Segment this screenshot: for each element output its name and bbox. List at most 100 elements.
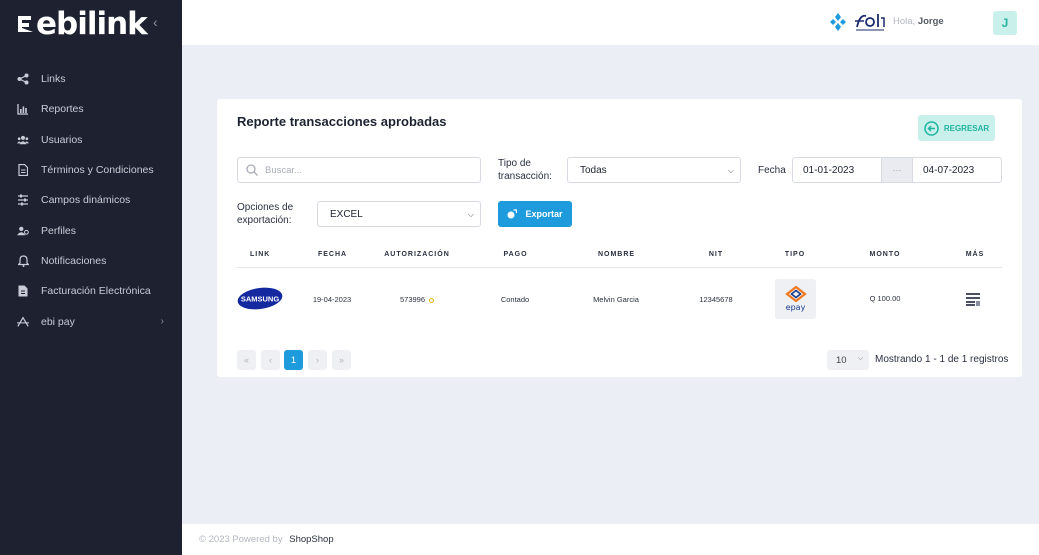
column-header-monto[interactable]: MONTO [865,251,905,258]
cell-pago: Contado [500,295,530,304]
fecha-label: Fecha [758,165,786,176]
greeting-text: Hola, [893,16,916,27]
cell-nombre: Melvin Garcia [593,295,639,304]
sidebar-item-terminos[interactable]: Términos y Condiciones [0,155,182,185]
samsung-logo-text: SAMSUNG [241,294,280,303]
ebilink-logo[interactable]: ebilink [17,5,148,42]
sidebar-item-notificaciones[interactable]: Notificaciones [0,246,182,276]
back-button[interactable]: REGRESAR [918,115,995,141]
tipo-transaccion-select[interactable]: Todas ⌵ [567,157,741,183]
footer: © 2023 Powered by ShopShop [182,524,1039,555]
greeting: Hola, Jorge [893,16,944,27]
collapse-sidebar-icon[interactable]: ‹ [153,14,158,30]
date-separator: ··· [882,157,912,183]
sidebar-item-ebipay[interactable]: ebi pay › [0,306,182,336]
column-header-fecha[interactable]: FECHA [315,251,350,258]
date-from-input[interactable]: 01-01-2023 [792,157,882,183]
share-icon [17,73,29,85]
export-format-value: EXCEL [330,208,363,220]
export-button[interactable]: Exportar [498,201,572,227]
sidebar-nav: Links Reportes Usuarios Términos y Condi… [0,64,182,337]
sidebar-item-label: Facturación Electrónica [41,285,151,298]
ebilink-logo-icon [18,16,33,32]
users-icon [17,134,29,146]
bell-icon [17,255,29,267]
dots-icon[interactable] [830,13,846,31]
sidebar-item-label: Términos y Condiciones [41,164,154,177]
avatar[interactable]: J [993,11,1017,35]
footer-credit: © 2023 Powered by ShopShop [199,534,334,545]
sidebar-item-links[interactable]: Links [0,64,182,94]
export-button-label: Exportar [525,209,563,219]
cell-fecha: 19-04-2023 [312,295,352,304]
export-format-select[interactable]: EXCEL ⌵ [317,201,481,227]
chevron-down-icon: ⌵ [467,210,474,219]
more-options-icon[interactable] [966,292,982,306]
sidebar-item-perfiles[interactable]: Perfiles [0,215,182,245]
column-header-nombre[interactable]: NOMBRE [594,251,639,258]
tipo-label: Tipo de transacción: [498,157,552,183]
column-header-nit[interactable]: NIT [706,251,726,258]
chevron-down-icon: ⌵ [857,355,863,362]
back-button-label: REGRESAR [943,123,990,133]
sidebar-item-label: Notificaciones [41,254,107,267]
column-header-mas[interactable]: MÁS [963,251,987,258]
next-page-button[interactable]: › [308,350,327,370]
top-header: Hola, Jorge J [182,0,1039,45]
cell-autorizacion: 573996 [387,295,447,304]
sidebar-item-label: Reportes [41,103,84,116]
rows-per-page-select[interactable]: 10 ⌵ [827,350,869,370]
sidebar: ebilink ‹ Links Reportes Usuarios Términ [0,0,182,555]
search-box[interactable] [237,157,481,183]
cell-nit: 12345678 [699,295,733,304]
bar-chart-icon [17,103,29,116]
sidebar-item-usuarios[interactable]: Usuarios [0,125,182,155]
column-header-link[interactable]: LINK [250,251,270,258]
sidebar-item-facturacion[interactable]: Facturación Electrónica [0,276,182,306]
epay-diamond-icon [784,286,807,302]
tipo-transaccion-value: Todas [580,164,607,176]
sliders-icon [17,194,29,206]
export-label-line2: exportación: [237,215,292,226]
status-dot-icon [429,298,435,303]
prev-page-button[interactable]: ‹ [261,350,280,370]
column-header-autorizacion[interactable]: AUTORIZACIÓN [382,251,452,258]
column-header-tipo[interactable]: TIPO [780,251,810,258]
epay-badge: epay [775,279,816,319]
tipo-label-line2: transacción: [498,171,552,182]
samsung-logo[interactable]: SAMSUNG [237,286,283,311]
sidebar-item-reportes[interactable]: Reportes [0,94,182,124]
cell-monto: Q 100.00 [869,294,901,303]
chevron-right-icon: › [160,316,164,328]
arrow-left-circle-icon [924,120,939,136]
rows-per-page-value: 10 [836,354,847,366]
sidebar-item-label: Usuarios [41,133,83,146]
fel-logo-icon [855,14,885,31]
first-page-button[interactable]: « [237,350,256,370]
tipo-label-line1: Tipo de [498,158,531,169]
chevron-down-icon: ⌵ [727,166,734,175]
footer-brand-link[interactable]: ShopShop [289,534,333,545]
document-icon [17,164,29,177]
invoice-icon [17,285,29,297]
column-header-pago[interactable]: PAGO [498,251,533,258]
search-icon [246,164,258,176]
page-1-button[interactable]: 1 [284,350,303,370]
sidebar-item-label: Perfiles [41,224,77,237]
sidebar-item-label: ebi pay [41,315,75,328]
profiles-icon [17,225,29,237]
logo-text: ebilink [36,5,148,42]
page-title: Reporte transacciones aprobadas [237,114,447,129]
export-label-line1: Opciones de [237,202,294,213]
ebipay-icon [17,316,29,328]
footer-text: © 2023 Powered by [199,534,283,545]
export-icon [507,209,518,219]
records-count: Mostrando 1 - 1 de 1 registros [875,354,1009,365]
autorizacion-value: 573996 [399,295,426,304]
table-header-divider [237,267,1002,268]
last-page-button[interactable]: » [332,350,351,370]
date-to-input[interactable]: 04-07-2023 [912,157,1002,183]
search-input[interactable] [265,164,465,176]
user-name: Jorge [917,16,944,27]
sidebar-item-campos[interactable]: Campos dinámicos [0,185,182,215]
